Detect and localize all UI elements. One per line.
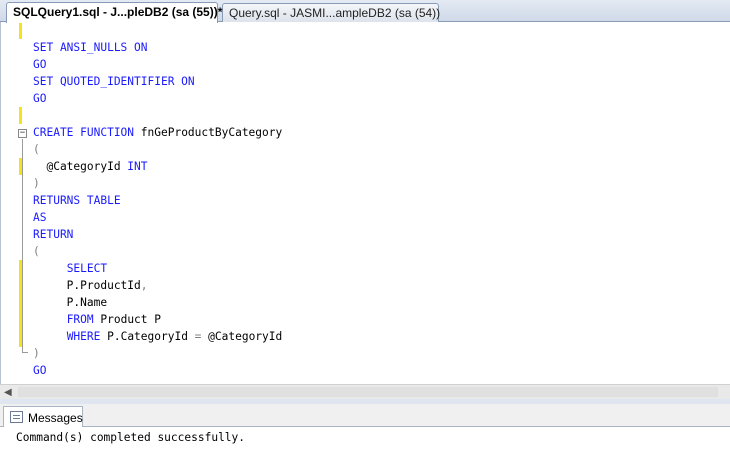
code-line[interactable]: ) <box>33 345 282 362</box>
code-keyword: SET ANSI_NULLS ON <box>33 41 148 54</box>
tab-sqlquery1[interactable]: SQLQuery1.sql - J...pleDB2 (sa (55))* <box>6 2 222 23</box>
code-line[interactable]: ( <box>33 141 282 158</box>
scroll-left-arrow-icon[interactable]: ◀ <box>4 387 12 398</box>
code-line[interactable]: ) <box>33 175 282 192</box>
code-line[interactable]: RETURNS TABLE <box>33 192 282 209</box>
code-line[interactable]: CREATE FUNCTION fnGeProductByCategory <box>33 124 282 141</box>
code-text[interactable]: SET ANSI_NULLS ON GO SET QUOTED_IDENTIFIER… <box>33 39 282 379</box>
code-token: P.Name <box>33 296 108 309</box>
code-editor[interactable]: − SET ANSI_NULLS ON GO SET QUOTED_IDENTIFI… <box>0 22 730 384</box>
code-token: P.ProductId <box>33 279 141 292</box>
code-token: fnGeProductByCategory <box>134 126 283 139</box>
messages-icon <box>10 411 23 423</box>
code-line[interactable]: WHERE P.CategoryId = @CategoryId <box>33 328 283 345</box>
outline-line <box>22 139 23 352</box>
code-line[interactable]: RETURN <box>33 226 282 243</box>
code-line[interactable]: AS <box>33 209 282 226</box>
code-token: ) <box>33 177 40 190</box>
results-tabstrip: Messages <box>0 404 730 428</box>
tab-query[interactable]: Query.sql - JASMI...ampleDB2 (sa (54)) <box>222 3 440 22</box>
scrollbar-thumb[interactable] <box>18 387 718 397</box>
code-keyword: RETURNS TABLE <box>33 194 121 207</box>
code-keyword: CREATE FUNCTION <box>33 126 135 139</box>
code-token: ( <box>33 245 40 258</box>
tab-messages[interactable]: Messages <box>3 406 83 428</box>
code-keyword: FROM <box>66 313 94 326</box>
code-keyword: WHERE <box>66 330 101 343</box>
code-keyword: GO <box>33 58 47 71</box>
code-token: @CategoryId <box>201 330 283 343</box>
code-line[interactable]: ( <box>33 243 282 260</box>
document-tabstrip: SQLQuery1.sql - J...pleDB2 (sa (55))* Qu… <box>0 0 730 23</box>
code-keyword: GO <box>33 364 47 377</box>
change-marker <box>19 107 22 124</box>
code-line[interactable]: SELECT <box>33 260 282 277</box>
outline-end <box>22 352 28 353</box>
code-token: , <box>140 279 148 292</box>
code-line[interactable]: @CategoryId INT <box>33 158 282 175</box>
horizontal-scrollbar[interactable]: ◀ <box>0 384 730 399</box>
messages-tab-label: Messages <box>28 411 83 425</box>
code-token: P.CategoryId <box>100 330 195 343</box>
messages-pane: Command(s) completed successfully. <box>0 427 730 471</box>
code-token: ( <box>33 143 40 156</box>
code-keyword: GO <box>33 92 47 105</box>
code-line[interactable]: P.Name <box>33 294 282 311</box>
code-line[interactable]: P.ProductId, <box>33 277 282 294</box>
code-line[interactable]: GO <box>33 362 282 379</box>
code-keyword: SET QUOTED_IDENTIFIER ON <box>33 75 195 88</box>
result-message: Command(s) completed successfully. <box>16 431 246 444</box>
code-token: @CategoryId <box>33 160 128 173</box>
code-keyword: SELECT <box>66 262 108 275</box>
change-marker <box>19 22 22 39</box>
code-token: ) <box>33 347 40 360</box>
collapse-minus-icon[interactable]: − <box>18 129 27 138</box>
code-line[interactable]: GO <box>33 90 282 107</box>
code-line[interactable] <box>33 107 282 124</box>
code-keyword: INT <box>127 160 148 173</box>
code-line[interactable]: SET QUOTED_IDENTIFIER ON <box>33 73 282 90</box>
code-line[interactable]: GO <box>33 56 282 73</box>
code-keyword: RETURN <box>33 228 74 241</box>
code-line[interactable]: FROM Product P <box>33 311 282 328</box>
code-line[interactable]: SET ANSI_NULLS ON <box>33 39 282 56</box>
code-token: Product P <box>93 313 161 326</box>
code-keyword: AS <box>33 211 47 224</box>
